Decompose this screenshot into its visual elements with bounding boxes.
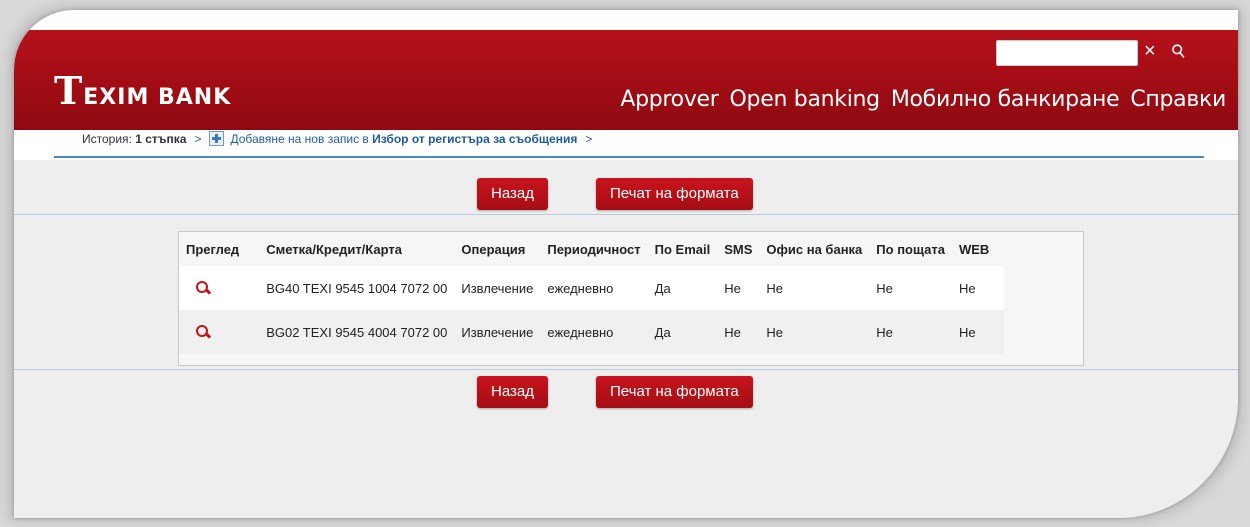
table-row: BG40 TEXI 9545 1004 7072 00 Извлечение е… xyxy=(179,266,1004,310)
nav-item-open-banking[interactable]: Open banking xyxy=(730,87,881,112)
column-header: Преглед xyxy=(186,241,240,257)
back-button[interactable]: Назад xyxy=(477,376,548,408)
subscriptions-table-panel: Преглед Сметка/Кредит/Карта Операция Пер… xyxy=(178,231,1084,366)
table-row: BG02 TEXI 9545 4004 7072 00 Извлечение е… xyxy=(179,310,1004,354)
browser-window: TEXIM BANK × ⚲ Approver Open banking Моб… xyxy=(14,10,1238,518)
periodicity-cell: ежедневно xyxy=(540,310,648,354)
table-header-row: Преглед Сметка/Кредит/Карта Операция Пер… xyxy=(179,232,1004,266)
post-cell: Не xyxy=(869,310,952,354)
search-icon[interactable]: ⚲ xyxy=(1165,37,1192,65)
nav-item-reports[interactable]: Справки xyxy=(1130,87,1226,112)
column-header: WEB xyxy=(958,241,990,257)
breadcrumb-separator: > xyxy=(194,131,202,146)
column-header: Операция xyxy=(461,241,526,257)
main-content: Назад Печат на формата Преглед Сметка/Кр… xyxy=(14,160,1238,518)
operation-cell: Извлечение xyxy=(454,266,541,310)
nav-item-mobile-banking[interactable]: Мобилно банкиране xyxy=(891,87,1120,112)
web-cell: Не xyxy=(951,266,1004,310)
print-form-button[interactable]: Печат на формата xyxy=(596,376,753,408)
operation-cell: Извлечение xyxy=(454,310,541,354)
divider xyxy=(14,369,1238,370)
sms-cell: Не xyxy=(717,310,760,354)
history-label: История: 1 стъпка xyxy=(82,131,187,146)
column-header: Сметка/Кредит/Карта xyxy=(266,241,402,257)
add-icon xyxy=(209,131,225,146)
sms-cell: Не xyxy=(717,266,760,310)
email-cell: Да xyxy=(647,266,718,310)
search-input[interactable] xyxy=(996,40,1138,66)
office-cell: Не xyxy=(759,266,870,310)
site-header: TEXIM BANK × ⚲ Approver Open banking Моб… xyxy=(14,30,1238,130)
breadcrumb-divider xyxy=(54,156,1204,158)
main-nav: Approver Open banking Мобилно банкиране … xyxy=(620,87,1226,112)
subscriptions-table: Преглед Сметка/Кредит/Карта Операция Пер… xyxy=(179,232,1004,354)
logo-initial: T xyxy=(54,68,84,113)
web-cell: Не xyxy=(951,310,1004,354)
column-header: Периодичност xyxy=(547,241,641,257)
post-cell: Не xyxy=(869,266,952,310)
back-button[interactable]: Назад xyxy=(477,178,548,210)
column-header: По Email xyxy=(654,241,711,257)
divider xyxy=(14,214,1238,215)
periodicity-cell: ежедневно xyxy=(540,266,648,310)
breadcrumb-separator: > xyxy=(585,131,593,146)
email-cell: Да xyxy=(647,310,718,354)
view-details-icon[interactable] xyxy=(195,324,209,338)
column-header: SMS xyxy=(724,241,753,257)
close-icon[interactable]: × xyxy=(1144,38,1156,64)
logo-text: EXIM BANK xyxy=(83,85,232,110)
nav-item-approver[interactable]: Approver xyxy=(620,87,719,112)
column-header: Офис на банка xyxy=(766,241,863,257)
breadcrumb: История: 1 стъпка > Добавяне на нов запи… xyxy=(82,131,594,146)
account-cell: BG02 TEXI 9545 4004 7072 00 xyxy=(246,310,455,354)
view-cell xyxy=(179,266,247,310)
view-cell xyxy=(179,310,247,354)
view-details-icon[interactable] xyxy=(195,280,209,294)
account-cell: BG40 TEXI 9545 1004 7072 00 xyxy=(246,266,455,310)
office-cell: Не xyxy=(759,310,870,354)
print-form-button[interactable]: Печат на формата xyxy=(596,178,753,210)
texim-bank-logo[interactable]: TEXIM BANK xyxy=(54,68,231,113)
column-header: По пощата xyxy=(876,241,945,257)
breadcrumb-link[interactable]: Добавяне на нов запис в Избор от регистъ… xyxy=(230,132,577,146)
